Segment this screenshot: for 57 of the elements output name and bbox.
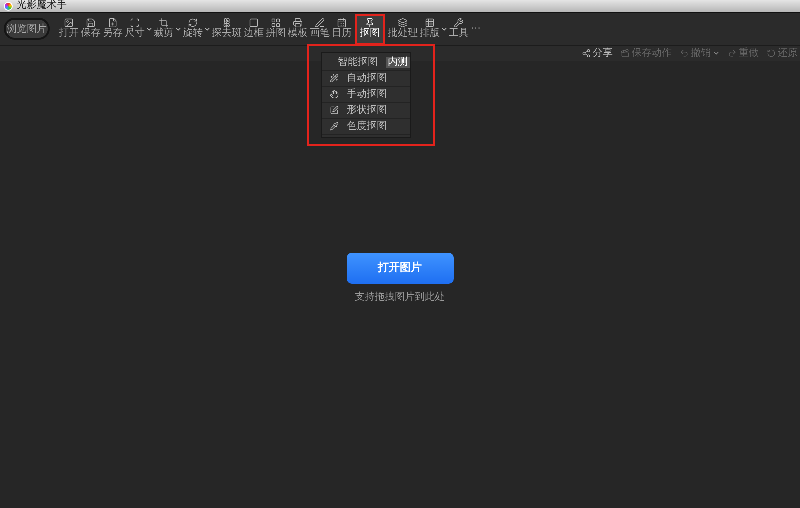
redo-icon bbox=[728, 49, 737, 58]
toolbar-button[interactable]: ··· bbox=[470, 14, 482, 44]
toolbar-button[interactable]: 画笔 bbox=[309, 14, 331, 44]
pen-square-icon bbox=[330, 106, 339, 115]
rotate-icon bbox=[188, 18, 198, 28]
caret-icon[interactable] bbox=[146, 26, 153, 32]
grid-icon bbox=[425, 18, 435, 28]
caret-icon[interactable] bbox=[441, 26, 448, 32]
menu-item[interactable]: 自动抠图 bbox=[322, 71, 410, 87]
calendar-icon bbox=[337, 18, 347, 28]
toolbar-button[interactable]: 旋转 bbox=[182, 14, 204, 44]
undo-icon bbox=[680, 49, 689, 58]
toolbar-button[interactable]: 探去斑 bbox=[211, 14, 243, 44]
beta-badge: 内测 bbox=[386, 57, 410, 68]
image-icon bbox=[64, 18, 74, 28]
toolbar-button[interactable]: 裁剪 bbox=[153, 14, 175, 44]
flower-icon bbox=[222, 18, 232, 28]
browse-button[interactable]: 浏览图片 bbox=[4, 18, 50, 40]
toolbar-button[interactable]: 另存 bbox=[102, 14, 124, 44]
pin-icon bbox=[365, 18, 375, 28]
printer-icon bbox=[293, 18, 303, 28]
toolbar-button[interactable]: 尺寸 bbox=[124, 14, 146, 44]
caret-icon[interactable] bbox=[175, 26, 182, 32]
toolbar-button[interactable]: 日历 bbox=[331, 14, 353, 44]
toolbar-button[interactable]: 批处理 bbox=[387, 14, 419, 44]
drop-hint: 支持拖拽图片到此处 bbox=[355, 290, 445, 305]
toolbar-button[interactable]: 打开 bbox=[58, 14, 80, 44]
menu-item[interactable]: 色度抠图 bbox=[322, 119, 410, 135]
action-button[interactable]: 分享 bbox=[582, 48, 613, 58]
wrench-icon bbox=[454, 18, 464, 28]
toolbar-button[interactable]: 模板 bbox=[287, 14, 309, 44]
square-icon bbox=[249, 18, 259, 28]
hand-icon bbox=[330, 90, 339, 99]
save-icon bbox=[86, 18, 96, 28]
toolbar-button[interactable]: 抠图 bbox=[355, 14, 385, 44]
pen-icon bbox=[315, 18, 325, 28]
scan-icon bbox=[130, 18, 140, 28]
toolbar-button[interactable]: 排版 bbox=[419, 14, 441, 44]
toolbar-button[interactable]: 边框 bbox=[243, 14, 265, 44]
app-logo-icon bbox=[4, 2, 13, 10]
clapperboard-icon bbox=[621, 49, 630, 58]
wand-icon bbox=[330, 74, 339, 83]
toolbar-button[interactable]: 拼图 bbox=[265, 14, 287, 44]
layers-icon bbox=[398, 18, 408, 28]
caret-icon[interactable] bbox=[204, 26, 211, 32]
toolbar-button[interactable]: 工具 bbox=[448, 14, 470, 44]
menu-item[interactable]: 智能抠图 内测 bbox=[322, 55, 410, 71]
file-plus-icon bbox=[108, 18, 118, 28]
crop-icon bbox=[159, 18, 169, 28]
menu-item[interactable]: 手动抠图 bbox=[322, 87, 410, 103]
toolbar-button[interactable]: 保存 bbox=[80, 14, 102, 44]
restore-icon bbox=[767, 49, 776, 58]
open-image-button[interactable]: 打开图片 bbox=[346, 253, 454, 284]
pipette-icon bbox=[330, 122, 339, 131]
grid-icon bbox=[271, 18, 281, 28]
share-icon bbox=[582, 49, 591, 58]
menu-item[interactable]: 形状抠图 bbox=[322, 103, 410, 119]
